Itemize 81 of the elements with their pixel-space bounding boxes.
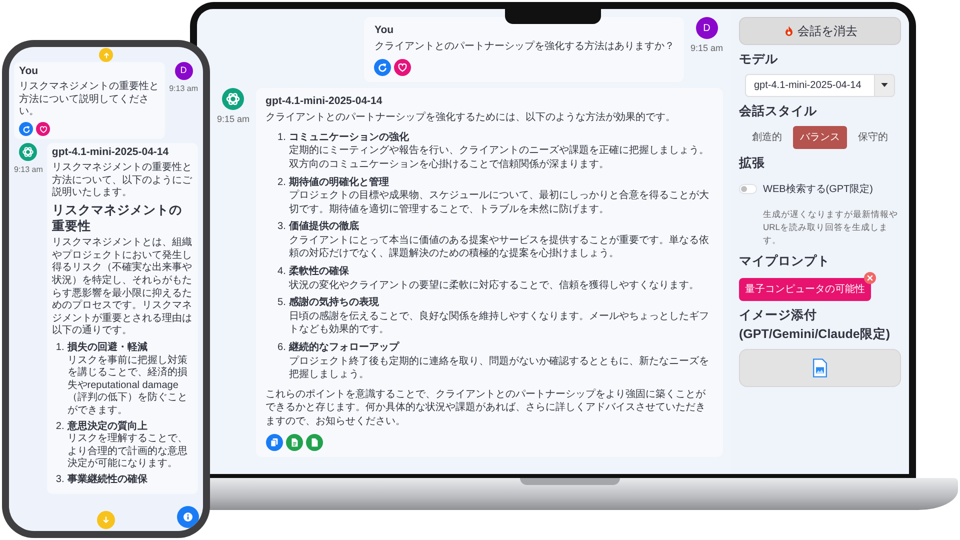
list-number: 5. [278, 296, 286, 310]
message-paragraph: これらのポイントを意識することで、クライアントとのパートナーシップをより強固に築くことができるかと存じます。何か具体的な状況や課題があれば、さらに詳しくアドバイスさせていただきますので、お知らせください。 [266, 388, 707, 429]
list-item-text: プロジェクト終了後も定期的に連絡を取り、問題がないか確認するとともに、新たなニーズを把握しましょう。 [288, 354, 710, 382]
dropdown-button[interactable] [875, 74, 895, 97]
copy-icon [268, 436, 280, 448]
assistant-logo-icon [19, 143, 38, 161]
list-item-text: 日頃の感謝を伝えることで、良好な関係を維持しやすくなります。メールやちょっとしたギフトなども効果的です。 [288, 310, 710, 338]
toggle-label: WEB検索する(GPT限定) [763, 182, 873, 197]
list-number: 1. [56, 342, 64, 355]
assistant-logo-icon [222, 88, 244, 110]
hint-text: 生成が遅くなりますが最新情報やURLを読み取り回答を生成します。 [762, 208, 899, 246]
list-item-text: クライアントにとって本当に価値のある提案やサービスを提供することが重要です。単なる依頼の対応だけでなく、課題解決のための積極的な提案を心掛けましょう。 [288, 234, 710, 262]
section-label: モデル [739, 51, 779, 68]
close-icon [867, 275, 873, 282]
list-item-title: 損失の回避・軽減 [67, 342, 148, 354]
list-number: 2. [278, 176, 286, 190]
message-time: 9:15 am [690, 42, 723, 55]
message-paragraph: リスクマネジメントとは、組織やプロジェクトにおいて発生し得るリスク（不確実な出来事や状況）を特定し、それらがもたらす悪影響を最小限に抑えるためのプロセスです。リスクマネジメントが重要とされる理由は以下の通りです。 [52, 237, 193, 338]
user-avatar: D [174, 62, 193, 80]
file-button[interactable] [306, 434, 323, 451]
message-text: リスクマネジメントの重要性と方法について説明してください。 [19, 81, 160, 119]
user-avatar: D [696, 17, 718, 39]
prompt-chip[interactable]: 量子コンピュータの可能性 [739, 278, 871, 302]
message-time: 9:15 am [217, 112, 250, 126]
section-label: 会話スタイル [739, 102, 818, 120]
message-time: 9:13 am [14, 164, 43, 176]
arrow-up-icon [102, 52, 110, 58]
list-item-title: 感謝の気持ちの表現 [288, 296, 380, 310]
message-author: You [19, 65, 40, 78]
list-item-title: 期待値の明確化と管理 [288, 176, 390, 190]
list-number: 1. [278, 130, 286, 145]
toggle-switch[interactable] [739, 184, 757, 194]
list-number: 3. [56, 474, 64, 487]
heart-icon [38, 124, 48, 134]
list-number: 2. [56, 420, 64, 434]
list-item-title: 継続的なフォローアップ [288, 341, 400, 355]
style-option[interactable]: 創造的 [745, 126, 789, 148]
list-item-title: 柔軟性の確保 [288, 265, 350, 279]
caret-icon [881, 83, 888, 88]
list-item-title: 意思決定の質向上 [67, 420, 148, 433]
message-time: 9:13 am [169, 83, 198, 95]
remove-button[interactable] [864, 272, 876, 284]
message-author: gpt-4.1-mini-2025-04-14 [52, 146, 170, 160]
favorite-button[interactable] [394, 58, 412, 76]
list-item-title: 事業継続性の確保 [67, 474, 148, 487]
clear-chat-button[interactable]: 会話を消去 [739, 17, 901, 45]
list-item-text: リスクを事前に把握し対策を講じることで、経済的損失やreputational damage（評判の低下）を防ぐことができます。 [67, 354, 188, 418]
info-button[interactable] [177, 506, 199, 528]
list-number: 3. [278, 220, 286, 234]
list-item-title: コミュニケーションの強化 [288, 130, 410, 144]
list-item-text: 定期的にミーティングや報告を行い、クライアントのニーズや課題を正確に把握しましょう。双方向のコミュニケーションを心掛けることで信頼関係が深まります。 [288, 144, 710, 172]
copy-button[interactable] [266, 434, 283, 451]
refresh-icon [22, 124, 30, 134]
list-item-text: 状況の変化やクライアントの要望に柔軟に対応することで、信頼を獲得しやすくなります。 [288, 278, 699, 292]
list-number: 6. [278, 341, 286, 356]
section-label: イメージ添付 (GPT/Gemini/Claude限定) [739, 307, 892, 343]
section-label: マイプロンプト [739, 252, 831, 270]
message-author: You [374, 23, 395, 38]
list-item-title: 価値提供の徹底 [288, 220, 360, 234]
flame-icon [782, 25, 794, 37]
style-option[interactable]: バランス [793, 126, 847, 148]
list-item-text: リスクを理解することで、より合理的で計画的な意思決定が可能になります。 [67, 433, 188, 471]
message-heading: リスクマネジメントの重要性 [52, 203, 183, 234]
image-file-icon [812, 358, 828, 378]
retry-button[interactable] [19, 122, 33, 136]
message-paragraph: クライアントとのパートナーシップを強化するためには、以下のような方法が効果的です。 [266, 111, 677, 125]
refresh-icon [377, 62, 388, 73]
list-item-text: プロジェクトの目標や成果物、スケジュールについて、最初にしっかりと合意を得ることが大切です。期待値を適切に管理することで、トラブルを未然に防げます。 [288, 189, 710, 216]
style-option[interactable]: 保守的 [851, 126, 895, 148]
message-paragraph: リスクマネジメントの重要性と方法について、以下のようにご説明いたします。 [52, 162, 193, 200]
arrow-down-icon [102, 516, 110, 524]
info-icon [183, 512, 193, 522]
heart-icon [397, 62, 408, 73]
message-author: gpt-4.1-mini-2025-04-14 [266, 94, 384, 108]
retry-button[interactable] [374, 58, 392, 76]
document-button[interactable] [286, 434, 303, 451]
section-label: 拡張 [739, 154, 766, 172]
message-text: クライアントとのパートナーシップを強化する方法はありますか？ [374, 40, 674, 54]
list-number: 4. [278, 265, 286, 280]
favorite-button[interactable] [36, 122, 50, 136]
model-select[interactable]: gpt-4.1-mini-2025-04-14 [745, 74, 875, 97]
